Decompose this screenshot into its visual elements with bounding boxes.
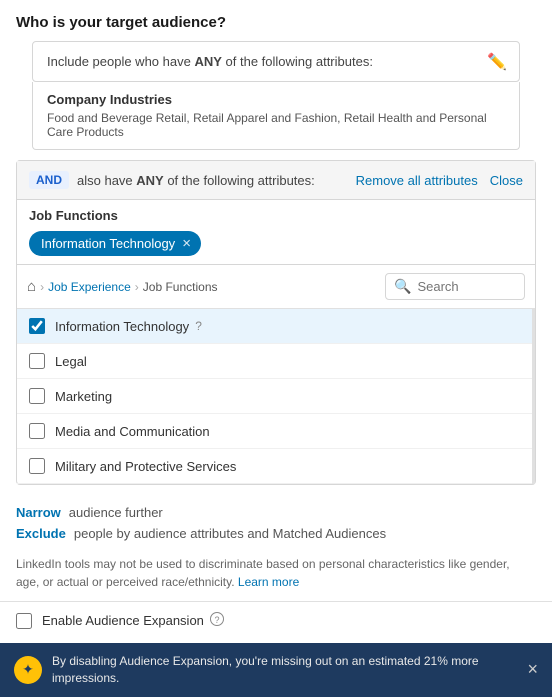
banner-close-button[interactable]: × <box>527 659 538 680</box>
it-help-icon[interactable]: ? <box>195 319 202 333</box>
learn-more-link[interactable]: Learn more <box>238 575 299 589</box>
enable-expansion-checkbox[interactable] <box>16 613 32 629</box>
tag-close-button[interactable]: × <box>182 236 191 251</box>
and-block: AND also have ANY of the following attri… <box>16 160 536 485</box>
page-container: Who is your target audience? Include peo… <box>0 0 552 697</box>
it-label: Information Technology <box>55 319 189 334</box>
enable-expansion-help-icon[interactable]: ? <box>210 612 224 629</box>
remove-all-attributes-link[interactable]: Remove all attributes <box>356 173 478 188</box>
narrow-link[interactable]: Narrow <box>16 505 61 520</box>
any-text-prefix: Include people who have <box>47 54 194 69</box>
list-item[interactable]: Information Technology ? <box>17 309 532 344</box>
breadcrumb-current: Job Functions <box>143 280 218 294</box>
bottom-banner: ✦ By disabling Audience Expansion, you'r… <box>0 643 552 697</box>
breadcrumb-search-row: ⌂ › Job Experience › Job Functions 🔍 <box>17 264 535 309</box>
breadcrumb-sep1: › <box>40 280 44 294</box>
media-checkbox[interactable] <box>29 423 45 439</box>
any-bold-word: ANY <box>194 54 221 69</box>
svg-text:?: ? <box>214 615 219 625</box>
list-item[interactable]: Military and Protective Services <box>17 449 532 484</box>
any-text-suffix: of the following attributes: <box>222 54 373 69</box>
breadcrumb: ⌂ › Job Experience › Job Functions <box>27 278 218 295</box>
search-container: 🔍 <box>385 273 525 300</box>
company-industries-box: Company Industries Food and Beverage Ret… <box>32 82 520 150</box>
legal-checkbox[interactable] <box>29 353 45 369</box>
search-input[interactable] <box>417 279 507 294</box>
enable-audience-expansion: Enable Audience Expansion ? <box>0 601 552 639</box>
company-industries-label: Company Industries <box>47 92 505 107</box>
list-item[interactable]: Media and Communication <box>17 414 532 449</box>
and-badge: AND <box>29 171 69 189</box>
military-checkbox[interactable] <box>29 458 45 474</box>
section-header: Who is your target audience? Include peo… <box>0 0 552 160</box>
media-label: Media and Communication <box>55 424 210 439</box>
checkbox-list: Information Technology ? Legal Marketing… <box>17 309 535 484</box>
company-industries-value: Food and Beverage Retail, Retail Apparel… <box>47 111 505 139</box>
list-item[interactable]: Marketing <box>17 379 532 414</box>
marketing-label: Marketing <box>55 389 112 404</box>
military-label: Military and Protective Services <box>55 459 236 474</box>
legal-label: Legal <box>55 354 87 369</box>
list-item[interactable]: Legal <box>17 344 532 379</box>
enable-expansion-label: Enable Audience Expansion <box>42 613 204 628</box>
job-functions-label: Job Functions <box>17 200 535 227</box>
marketing-checkbox[interactable] <box>29 388 45 404</box>
any-attributes-box: Include people who have ANY of the follo… <box>32 41 520 82</box>
disclaimer: LinkedIn tools may not be used to discri… <box>0 553 552 601</box>
job-experience-link[interactable]: Job Experience <box>48 280 131 294</box>
and-header-text: also have ANY of the following attribute… <box>77 173 356 188</box>
edit-icon[interactable]: ✏️ <box>487 52 507 72</box>
exclude-text: people by audience attributes and Matche… <box>74 526 386 541</box>
narrow-row: Narrow audience further <box>16 505 536 520</box>
exclude-link[interactable]: Exclude <box>16 526 66 541</box>
tags-container: Information Technology × <box>17 227 535 264</box>
banner-text: By disabling Audience Expansion, you're … <box>52 653 517 687</box>
exclude-row: Exclude people by audience attributes an… <box>16 526 536 541</box>
any-attributes-text: Include people who have ANY of the follo… <box>47 54 505 69</box>
home-icon[interactable]: ⌂ <box>27 278 36 295</box>
search-icon: 🔍 <box>394 278 411 295</box>
page-title: Who is your target audience? <box>16 14 536 31</box>
it-tag: Information Technology × <box>29 231 201 256</box>
narrow-text: audience further <box>69 505 163 520</box>
banner-star-icon: ✦ <box>14 656 42 684</box>
and-header: AND also have ANY of the following attri… <box>17 161 535 200</box>
tag-label: Information Technology <box>41 236 175 251</box>
narrow-exclude-section: Narrow audience further Exclude people b… <box>0 495 552 553</box>
breadcrumb-sep2: › <box>135 280 139 294</box>
close-button[interactable]: Close <box>490 173 523 188</box>
it-checkbox[interactable] <box>29 318 45 334</box>
